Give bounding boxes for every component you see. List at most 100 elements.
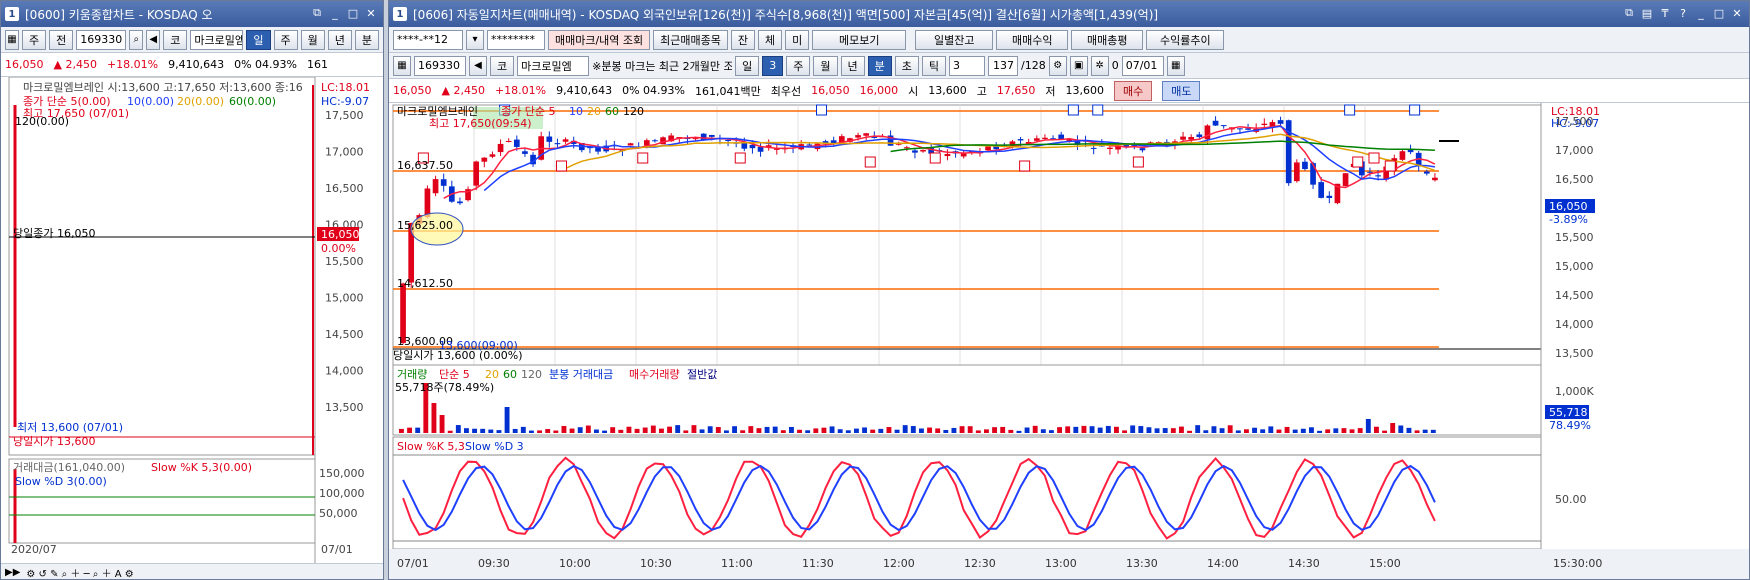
volume-bar: [1276, 429, 1282, 433]
daily-balance-button[interactable]: 일별잔고: [915, 29, 994, 50]
chart-title: 마크로밀엠브레인 시:13,600 고:17,650 저:13,600 종:16: [23, 81, 303, 94]
stock-code-input[interactable]: 169330: [76, 29, 127, 50]
level-label-3: 14,612.50: [397, 277, 453, 290]
slowk-legend: Slow %K 5,3: [397, 440, 465, 453]
mode-select[interactable]: 주: [22, 29, 47, 50]
period-week-tab[interactable]: 주: [786, 55, 811, 76]
account-select[interactable]: ****-**12: [393, 29, 463, 50]
right-intraday-chart[interactable]: 마크로밀엠브레인 종가 단순 5 10 20 60 120 최고 17,650(…: [389, 103, 1749, 579]
period-year-tab[interactable]: 년: [327, 29, 352, 50]
layout-icon[interactable]: ▦: [5, 29, 19, 50]
minute-interval-input[interactable]: 3: [949, 55, 985, 76]
play-icon[interactable]: ▶▶: [5, 567, 20, 578]
trade-mark-query-button[interactable]: 매매마크/내역 조회: [548, 29, 651, 50]
hc-label: HC:-9.07: [321, 95, 369, 108]
layout-icon[interactable]: ▦: [393, 55, 411, 76]
period-minute-tab[interactable]: 분: [354, 29, 379, 50]
volume-bar: [951, 427, 957, 433]
candle-body: [903, 147, 910, 149]
volume-bar: [407, 427, 412, 433]
stock-name-field[interactable]: 마크로밀엠: [190, 29, 244, 50]
volume-bar: [626, 426, 632, 433]
right-title-bar[interactable]: 1 [0606] 자동일지차트(매매내역) - KOSDAQ 외국인보유[126…: [389, 1, 1749, 27]
tools-icon[interactable]: ⚙ ↺ ✎ ⌕ ＋ ─ ⌕ ＋ A ⚙: [26, 565, 133, 579]
date-input[interactable]: 07/01: [1121, 55, 1164, 76]
vol-legend-half: 절반값: [687, 368, 717, 381]
volume-bar: [1406, 427, 1412, 433]
stock-code-input[interactable]: 169330: [414, 55, 466, 76]
sell-button[interactable]: 매도: [1162, 80, 1201, 101]
buy-mark: [1352, 156, 1364, 168]
period-minute-tab[interactable]: 분: [867, 55, 892, 76]
gear-icon[interactable]: ✲: [1090, 55, 1109, 76]
price-tick-label: 15,000: [1555, 260, 1594, 273]
candle-body: [1180, 136, 1186, 140]
volume-bar: [610, 427, 616, 433]
pin-icon[interactable]: ₸: [1657, 5, 1673, 21]
recent-trades-button[interactable]: 최근매매종목: [653, 29, 728, 50]
trade-summary-button[interactable]: 매매총평: [1071, 29, 1144, 50]
market-kosdaq-button[interactable]: 코: [490, 55, 515, 76]
period-week-tab[interactable]: 주: [273, 29, 298, 50]
time-axis-label: 15:30:00: [1553, 557, 1602, 570]
password-field[interactable]: ********: [487, 29, 545, 50]
time-axis-label: 15:00: [1369, 557, 1401, 570]
volume-bar: [1000, 426, 1006, 433]
buy-button[interactable]: 매수: [1113, 80, 1153, 101]
maximize-icon[interactable]: □: [1711, 5, 1727, 21]
period-day-tab[interactable]: 일: [246, 29, 271, 50]
close-icon[interactable]: ✕: [363, 5, 379, 21]
volume-bar: [943, 429, 949, 433]
left-title-bar[interactable]: 1 [0600] 키움종합차트 - KOSDAQ 오 ⧉ _ □ ✕: [1, 1, 383, 27]
chart-settings-icon[interactable]: ⚙: [1048, 55, 1067, 76]
volume-bar: [1260, 429, 1266, 433]
return-trend-button[interactable]: 수익률추이: [1146, 29, 1225, 50]
candle-body: [497, 143, 504, 153]
search-icon[interactable]: ⌕: [129, 29, 144, 50]
volume-bar: [675, 425, 681, 433]
left-sub-tick: 50,000: [319, 507, 358, 520]
account-dropdown-icon[interactable]: ▾: [466, 29, 484, 50]
unfilled-button[interactable]: 미: [785, 29, 810, 50]
time-axis-label: 14:30: [1288, 557, 1320, 570]
bar-count-input[interactable]: 137: [988, 55, 1018, 76]
left-price-chart[interactable]: 마크로밀엠브레인 시:13,600 고:17,650 저:13,600 종:16…: [1, 77, 384, 563]
link-icon[interactable]: ⧉: [309, 5, 325, 21]
period-count-select[interactable]: 3: [762, 55, 784, 76]
volume-bar: [894, 429, 900, 433]
filled-button[interactable]: 체: [758, 29, 783, 50]
market-kosdaq-button[interactable]: 코: [163, 29, 188, 50]
volume-bar: [545, 429, 551, 433]
stock-name-field[interactable]: 마크로밀엠: [517, 55, 590, 76]
trade-profit-button[interactable]: 매매수익: [996, 29, 1069, 50]
candle-body: [1302, 161, 1308, 170]
help-icon[interactable]: ?: [1675, 5, 1691, 21]
link-icon[interactable]: ⧉: [1621, 5, 1637, 21]
memo-button[interactable]: 메모보기: [812, 29, 907, 50]
volume-bar: [447, 430, 453, 433]
speaker-icon[interactable]: ◀: [146, 29, 161, 50]
maximize-icon[interactable]: □: [345, 5, 361, 21]
save-icon[interactable]: ▣: [1069, 55, 1088, 76]
period-month-tab[interactable]: 월: [300, 29, 325, 50]
period-month-tab[interactable]: 월: [813, 55, 838, 76]
minimize-icon[interactable]: _: [327, 5, 343, 21]
speaker-icon[interactable]: ◀: [469, 55, 487, 76]
minimize-icon[interactable]: _: [1693, 5, 1709, 21]
volume-bar: [553, 430, 559, 433]
period-year-tab[interactable]: 년: [840, 55, 865, 76]
candle-body: [424, 188, 431, 218]
close-icon[interactable]: ✕: [1729, 5, 1745, 21]
volume-bar: [561, 425, 567, 433]
bar-count-total: /128: [1021, 59, 1046, 72]
period-day-tab[interactable]: 일: [735, 55, 760, 76]
calendar-icon[interactable]: ▦: [1166, 55, 1185, 76]
copy-icon[interactable]: ▤: [1639, 5, 1655, 21]
prev-button[interactable]: 전: [49, 29, 74, 50]
period-second-tab[interactable]: 초: [894, 55, 919, 76]
check-label[interactable]: 0: [1112, 59, 1119, 72]
period-tick-tab[interactable]: 틱: [921, 55, 946, 76]
candle-body: [1326, 195, 1333, 199]
sell-mark: [1092, 104, 1104, 116]
balance-button[interactable]: 잔: [730, 29, 756, 50]
